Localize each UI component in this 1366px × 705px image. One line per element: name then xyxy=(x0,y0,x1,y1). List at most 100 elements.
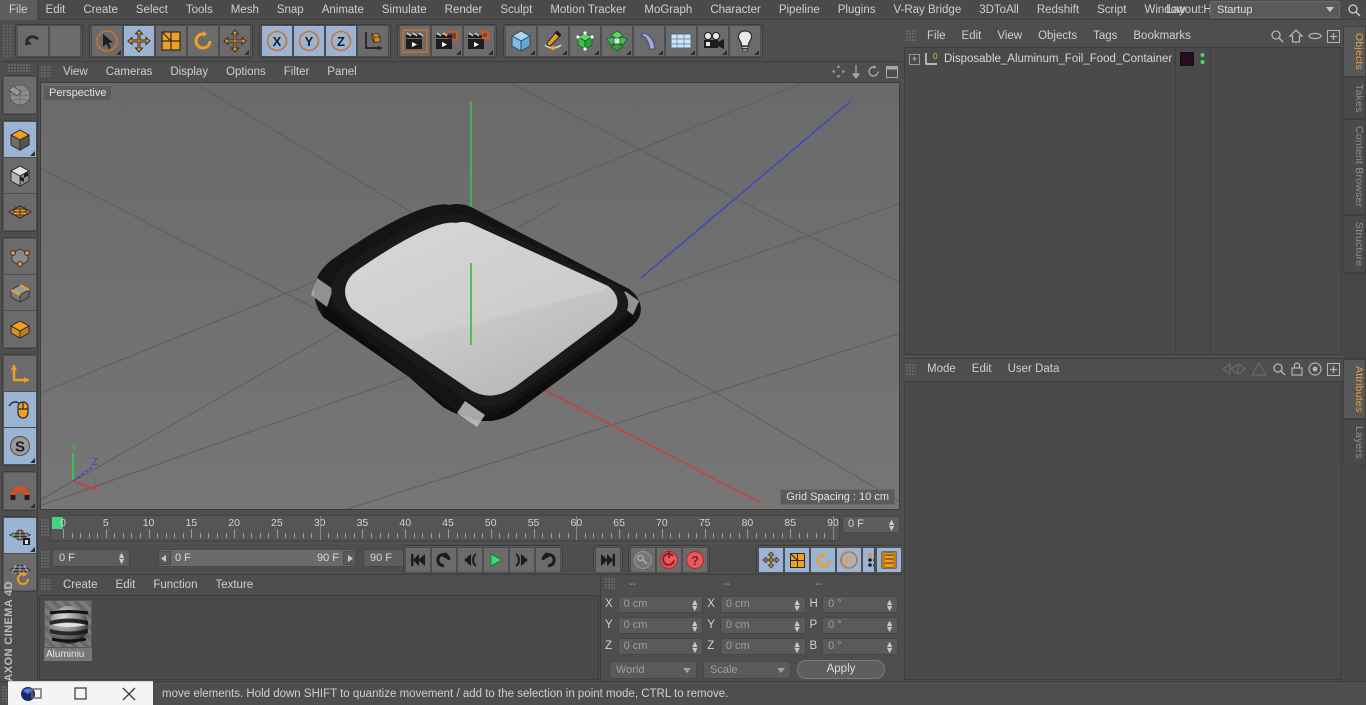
render-view-button[interactable] xyxy=(399,24,431,57)
menu-item-sculpt[interactable]: Sculpt xyxy=(491,0,541,20)
step-back-button[interactable] xyxy=(457,547,483,573)
viewport-menu-options[interactable]: Options xyxy=(217,62,275,82)
menu-item-file[interactable]: File xyxy=(0,0,37,20)
viewport-menu-cameras[interactable]: Cameras xyxy=(97,62,162,82)
attributes-menu-user-data[interactable]: User Data xyxy=(1000,359,1068,380)
current-frame-field[interactable]: 0 F ▲ ▼ xyxy=(52,549,130,567)
record-active-objects-button[interactable] xyxy=(656,547,682,573)
object-tree[interactable]: + 0 Disposable_Aluminum_Foil_Food_Contai… xyxy=(904,47,1342,355)
coordinate-mode-select[interactable]: Scale xyxy=(703,660,791,679)
lock-workplane-button[interactable] xyxy=(4,518,36,554)
coordinate-input[interactable]: 0 ° ▲ ▼ xyxy=(822,616,899,634)
visibility-icon[interactable] xyxy=(1308,29,1322,43)
spinner-icon[interactable]: ▲▼ xyxy=(793,639,802,654)
timeline-frame-field[interactable]: 0 F ▲ ▼ xyxy=(842,516,900,533)
material-menu-texture[interactable]: Texture xyxy=(206,575,262,595)
object-menu-edit[interactable]: Edit xyxy=(954,26,990,46)
timeline-grip[interactable] xyxy=(41,519,50,537)
add-light-button[interactable] xyxy=(729,24,761,57)
record-position-button[interactable] xyxy=(758,547,784,573)
material-menu-create[interactable]: Create xyxy=(54,575,107,595)
model-mode-button[interactable] xyxy=(4,122,36,158)
viewport-menu-filter[interactable]: Filter xyxy=(275,62,319,82)
add-view-icon[interactable] xyxy=(1327,29,1340,43)
close-button[interactable] xyxy=(105,682,153,705)
viewport-solo-button[interactable] xyxy=(4,392,36,428)
spinner-icon[interactable]: ▲▼ xyxy=(690,597,699,612)
object-menu-view[interactable]: View xyxy=(989,26,1030,46)
coordinate-input[interactable]: 0 cm ▲ ▼ xyxy=(617,637,704,655)
texture-mode-button[interactable] xyxy=(4,158,36,194)
record-rotation-button[interactable] xyxy=(810,547,836,573)
polygon-grid-mode-button[interactable] xyxy=(4,194,36,230)
maximize-view-icon[interactable] xyxy=(886,65,898,78)
viewport-menu-view[interactable]: View xyxy=(54,62,97,82)
magnet-tool-button[interactable] xyxy=(4,473,36,509)
menu-item-v-ray-bridge[interactable]: V-Ray Bridge xyxy=(884,0,970,20)
attributes-menu-mode[interactable]: Mode xyxy=(919,359,964,380)
spinner-icon[interactable]: ▲▼ xyxy=(793,618,802,633)
pan-icon[interactable] xyxy=(832,65,845,78)
search-icon[interactable] xyxy=(1272,362,1286,376)
object-menu-grip[interactable] xyxy=(906,30,916,42)
enable-axis-modification-button[interactable] xyxy=(4,356,36,392)
object-visibility-dots[interactable] xyxy=(1200,52,1205,66)
menu-item-3dtoall[interactable]: 3DToAll xyxy=(970,0,1028,20)
add-environment-button[interactable] xyxy=(665,24,697,57)
menu-item-plugins[interactable]: Plugins xyxy=(829,0,885,20)
playback-grip[interactable] xyxy=(41,551,50,568)
viewport-menu-display[interactable]: Display xyxy=(161,62,217,82)
toggle-timeline-button[interactable] xyxy=(876,547,902,573)
home-icon[interactable] xyxy=(1289,29,1303,43)
material-menu-grip[interactable] xyxy=(41,579,51,591)
menu-item-select[interactable]: Select xyxy=(127,0,177,20)
add-cube-button[interactable] xyxy=(505,24,537,57)
redo-button[interactable] xyxy=(49,24,81,57)
move-tool[interactable] xyxy=(123,24,155,57)
menu-item-animate[interactable]: Animate xyxy=(313,0,373,20)
menu-item-motion-tracker[interactable]: Motion Tracker xyxy=(541,0,635,20)
undo-button[interactable] xyxy=(17,24,49,57)
material-menu-edit[interactable]: Edit xyxy=(107,575,145,595)
object-menu-tags[interactable]: Tags xyxy=(1085,26,1125,46)
material-preview-swatch[interactable] xyxy=(44,600,92,648)
menu-item-render[interactable]: Render xyxy=(436,0,492,20)
spinner-icon[interactable]: ▲▼ xyxy=(885,639,894,654)
menu-item-redshift[interactable]: Redshift xyxy=(1028,0,1088,20)
left-toolbar-grip[interactable] xyxy=(7,64,30,72)
vtab-takes[interactable]: Takes xyxy=(1343,77,1366,120)
play-button[interactable] xyxy=(483,547,509,573)
go-to-start-button[interactable] xyxy=(405,547,431,573)
menu-item-snap[interactable]: Snap xyxy=(268,0,313,20)
scale-tool[interactable] xyxy=(155,24,187,57)
menu-item-create[interactable]: Create xyxy=(74,0,127,20)
polygons-mode-button[interactable] xyxy=(4,311,36,347)
coordinate-input[interactable]: 0 ° ▲ ▼ xyxy=(822,637,899,655)
spinner-icon[interactable]: ▲▼ xyxy=(885,597,894,612)
spinner-icon[interactable]: ▲▼ xyxy=(690,618,699,633)
target-icon[interactable] xyxy=(1308,362,1322,376)
live-selection-tool[interactable] xyxy=(91,24,123,57)
record-scale-button[interactable] xyxy=(784,547,810,573)
add-generator-button[interactable] xyxy=(569,24,601,57)
world-object-coordinates-button[interactable] xyxy=(357,24,389,57)
add-tab-icon[interactable] xyxy=(1327,362,1340,376)
attributes-menu-edit[interactable]: Edit xyxy=(964,359,1000,380)
edges-mode-button[interactable] xyxy=(4,275,36,311)
preview-range-bar[interactable]: 0 F 90 F xyxy=(158,549,356,567)
add-bend-deformer-button[interactable] xyxy=(633,24,665,57)
menu-item-mesh[interactable]: Mesh xyxy=(222,0,268,20)
material-tag-icon[interactable] xyxy=(1180,52,1194,66)
material-list[interactable]: Aluminiu xyxy=(39,595,599,680)
menu-item-edit[interactable]: Edit xyxy=(37,0,75,20)
move-tool-alt[interactable] xyxy=(219,24,251,57)
add-camera-button[interactable] xyxy=(697,24,729,57)
menu-item-tools[interactable]: Tools xyxy=(177,0,222,20)
lock-y-axis-button[interactable]: Y xyxy=(293,24,325,57)
viewport-menu-panel[interactable]: Panel xyxy=(318,62,365,82)
coordinate-input[interactable]: 0 cm ▲ ▼ xyxy=(719,595,806,613)
vtab-objects[interactable]: Objects xyxy=(1343,26,1366,77)
coordinate-input[interactable]: 0 cm ▲ ▼ xyxy=(617,616,704,634)
coordinate-system-select[interactable]: World xyxy=(609,660,697,679)
menu-item-pipeline[interactable]: Pipeline xyxy=(770,0,829,20)
